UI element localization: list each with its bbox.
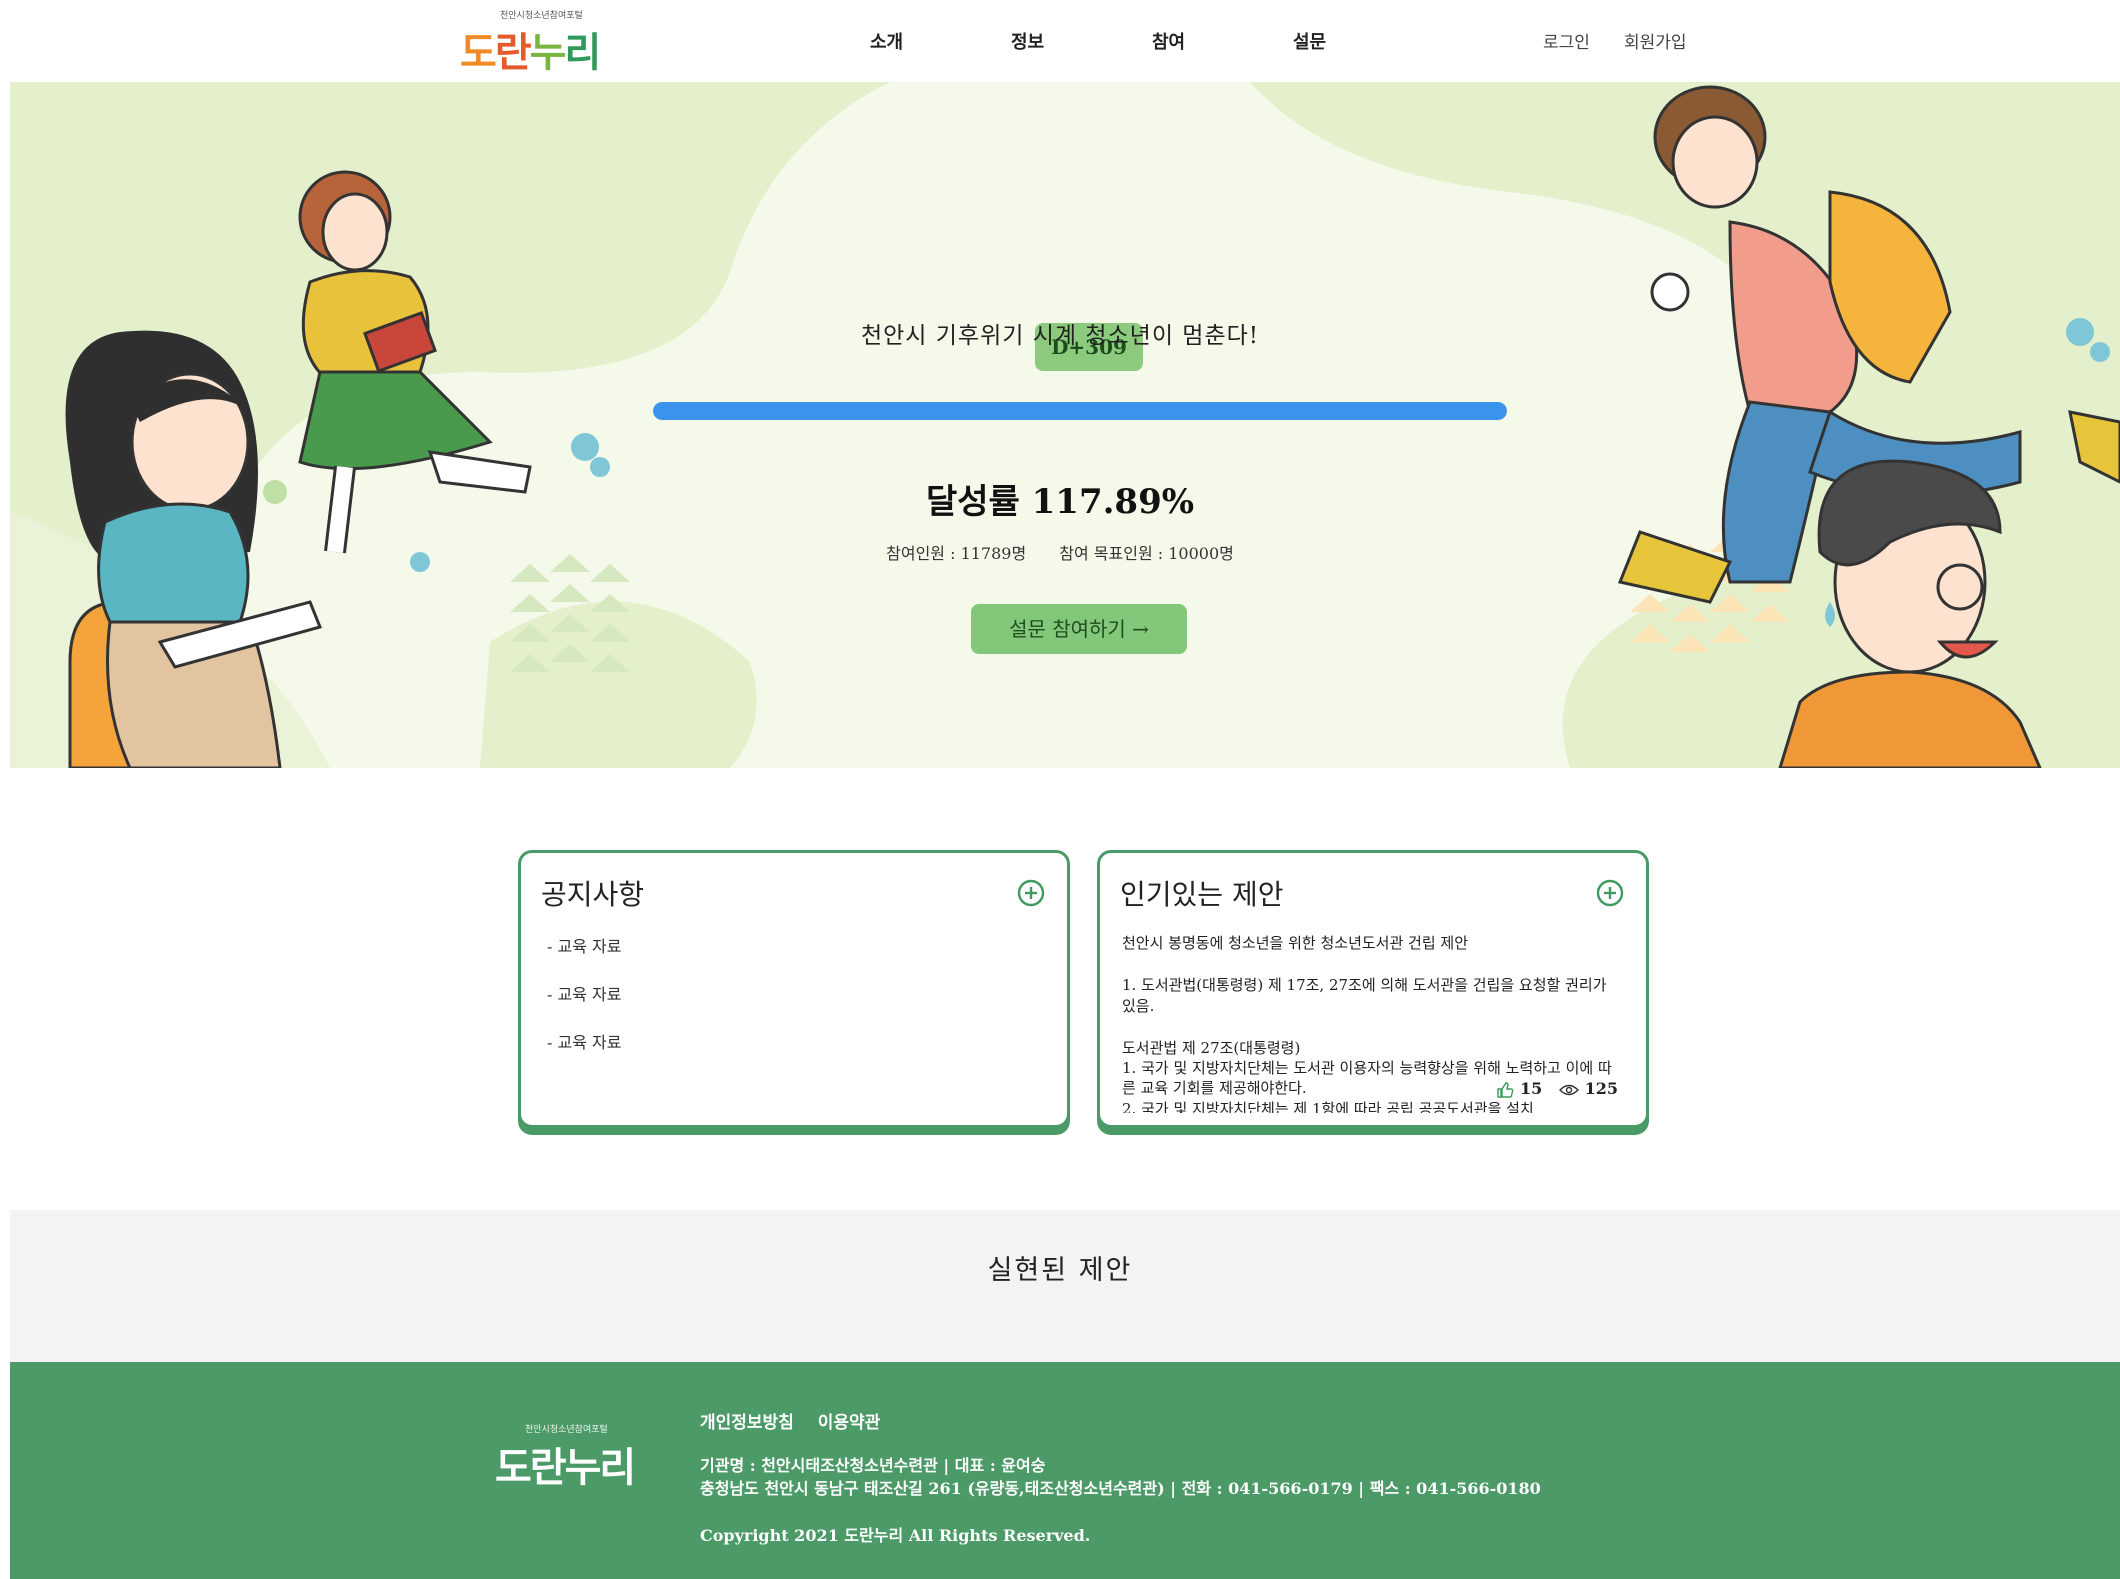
participation-counts: 참여인원 : 11789명 참여 목표인원 : 10000명 [0,540,2120,564]
like-count: 15 [1520,1079,1543,1098]
proposal-paragraph: 1. 도서관법(대통령령) 제 17조, 27조에 의해 도서관을 건립을 요청… [1122,976,1607,1015]
view-count: 125 [1584,1079,1618,1098]
campaign-progress-bar [653,402,1507,420]
plus-circle-icon[interactable] [1596,879,1624,907]
proposal-law-title: 도서관법 제 27조(대통령령) [1122,1038,1301,1057]
participant-count: 참여인원 : 11789명 [886,544,1027,563]
footer-address-line: 충청남도 천안시 동남구 태조산길 261 (유량동,태조산청소년수련관) | … [700,1479,1541,1499]
plus-circle-icon[interactable] [1017,879,1045,907]
notice-item[interactable]: - 교육 자료 [547,933,621,981]
footer-links: 개인정보방침 이용약관 [700,1408,898,1433]
footer-org-line: 기관명 : 천안시태조산청소년수련관 | 대표 : 윤여숭 [700,1456,1046,1475]
target-count: 참여 목표인원 : 10000명 [1059,544,1234,563]
nav-item-survey[interactable]: 설문 [1293,28,1326,54]
realized-title: 실현된 제안 [987,1255,1133,1286]
proposal-stats: 15 125 [1490,1079,1618,1099]
achievement-rate: 달성률 117.89% [0,474,2120,523]
popular-proposal-card: 인기있는 제안 천안시 봉명동에 청소년을 위한 청소년도서관 건립 제안 1.… [1097,850,1649,1128]
footer-copyright: Copyright 2021 도란누리 All Rights Reserved. [700,1526,1091,1545]
privacy-policy-link[interactable]: 개인정보방침 [700,1413,794,1433]
achievement-rate-value: 117.89% [1031,482,1195,522]
proposal-law-line: 2. 국가 및 지방자치단체는 제 1항에 따라 공립 공공도서관을 설치 [1122,1099,1534,1114]
realized-proposals-section: 실현된 제안 [10,1210,2120,1362]
nav-item-intro[interactable]: 소개 [870,28,903,54]
signup-link[interactable]: 회원가입 [1624,28,1687,53]
terms-link[interactable]: 이용약관 [818,1413,881,1433]
campaign-progress-fill [653,402,1507,420]
campaign-title: 천안시 기후위기 시계 청소년이 멈춘다! [860,323,1260,349]
hero-banner: D+309 [10,82,2120,768]
survey-participate-button[interactable]: 설문 참여하기 → [971,604,1187,654]
notice-item[interactable]: - 교육 자료 [547,981,621,1029]
footer-logo-wordmark: 도란누리 [495,1445,636,1491]
notice-title: 공지사항 [541,878,645,911]
site-header: 천안시청소년참여포털 도란누리 소개 정보 참여 설문 로그인 회원가입 [0,0,2120,82]
notice-card: 공지사항 - 교육 자료 - 교육 자료 - 교육 자료 [518,850,1070,1128]
proposal-subject: 천안시 봉명동에 청소년을 위한 청소년도서관 건립 제안 [1122,934,1469,952]
notice-item[interactable]: - 교육 자료 [547,1029,621,1077]
main-nav: 소개 정보 참여 설문 로그인 회원가입 [0,28,2120,58]
footer-info: 기관명 : 천안시태조산청소년수련관 | 대표 : 윤여숭 충청남도 천안시 동… [700,1454,1541,1500]
footer-logo-subtitle: 천안시청소년참여포털 [525,1425,608,1435]
nav-item-info[interactable]: 정보 [1011,28,1044,54]
eye-icon [1559,1084,1580,1095]
site-footer: 천안시청소년참여포털 도란누리 개인정보방침 이용약관 기관명 : 천안시태조산… [10,1362,2120,1579]
footer-logo: 천안시청소년참여포털 도란누리 [495,1422,636,1493]
popular-title: 인기있는 제안 [1120,878,1284,911]
nav-item-participate[interactable]: 참여 [1152,28,1185,54]
achievement-rate-label: 달성률 [925,482,1020,522]
hero-illustration [10,82,2120,768]
notice-list: - 교육 자료 - 교육 자료 - 교육 자료 [547,933,621,1077]
thumbs-up-icon [1497,1081,1514,1098]
login-link[interactable]: 로그인 [1543,28,1590,53]
